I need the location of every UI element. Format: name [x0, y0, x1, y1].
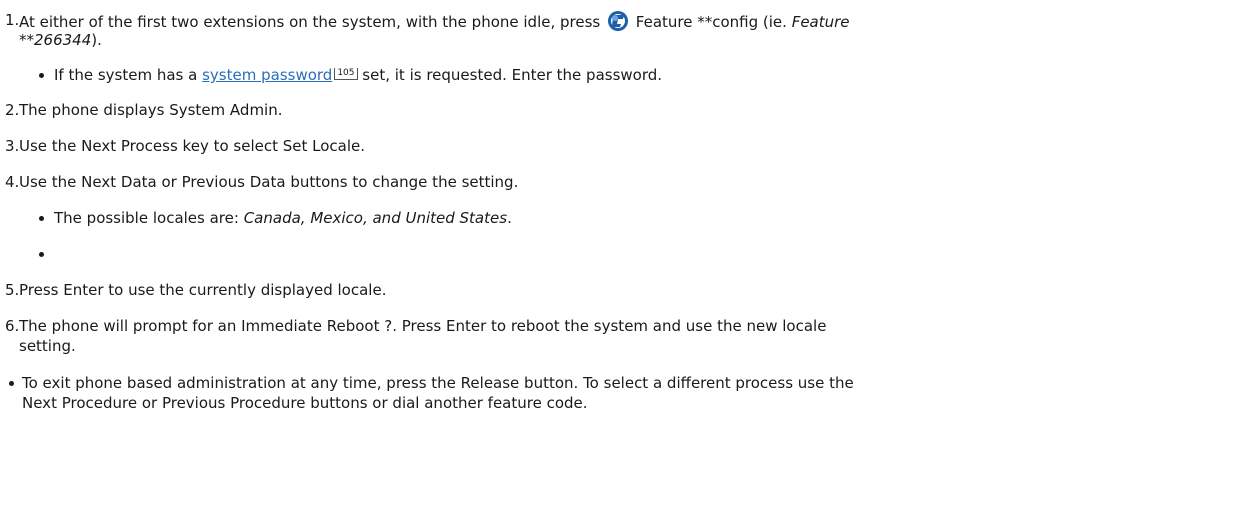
sub-item-text-continued: set, it is requested. Enter the password…: [362, 66, 663, 84]
step-1-wrap: **266344).: [19, 30, 102, 50]
step-6-wrap: setting.: [19, 336, 76, 356]
locales-intro: The possible locales are:: [54, 209, 239, 227]
bullet-icon: [39, 252, 44, 257]
feature-example-line2: **266344: [19, 31, 92, 49]
step-text-continued: setting.: [19, 337, 76, 355]
step-text-continued: Feature **config (ie.: [635, 13, 787, 31]
step-text: The phone will prompt for an Immediate R…: [19, 317, 827, 335]
page-reference[interactable]: 105: [334, 68, 358, 80]
system-password-link[interactable]: system password: [202, 66, 332, 84]
sub-item-text: If the system has a: [54, 66, 198, 84]
step-number: 2.: [5, 101, 20, 119]
exit-note-wrap: Next Procedure or Previous Procedure but…: [22, 393, 588, 413]
feature-example-line1: Feature: [791, 13, 850, 31]
step-text: Use the Next Process key to select Set L…: [19, 137, 366, 155]
bullet-icon: [39, 216, 44, 221]
step-text: At either of the first two extensions on…: [19, 13, 601, 31]
step-text: Use the Next Data or Previous Data butto…: [19, 173, 519, 191]
feature-example-tail: ).: [91, 31, 102, 49]
bullet-icon: [39, 73, 44, 78]
step-text: The phone displays System Admin.: [19, 101, 283, 119]
feature-key-icon: [607, 10, 629, 37]
locales-period: .: [507, 209, 512, 227]
step-number: 3.: [5, 137, 20, 155]
step-number: 4.: [5, 173, 20, 191]
step-number: 1.: [5, 11, 20, 29]
step-number: 6.: [5, 317, 20, 335]
step-text: Press Enter to use the currently display…: [19, 281, 387, 299]
document-page: 1. At either of the first two extensions…: [0, 0, 1257, 512]
step-number: 5.: [5, 281, 20, 299]
locales-list: Canada, Mexico, and United States: [243, 209, 508, 227]
note-text: To exit phone based administration at an…: [22, 374, 854, 392]
note-text-continued: Next Procedure or Previous Procedure but…: [22, 394, 588, 412]
bullet-icon: [9, 381, 14, 386]
